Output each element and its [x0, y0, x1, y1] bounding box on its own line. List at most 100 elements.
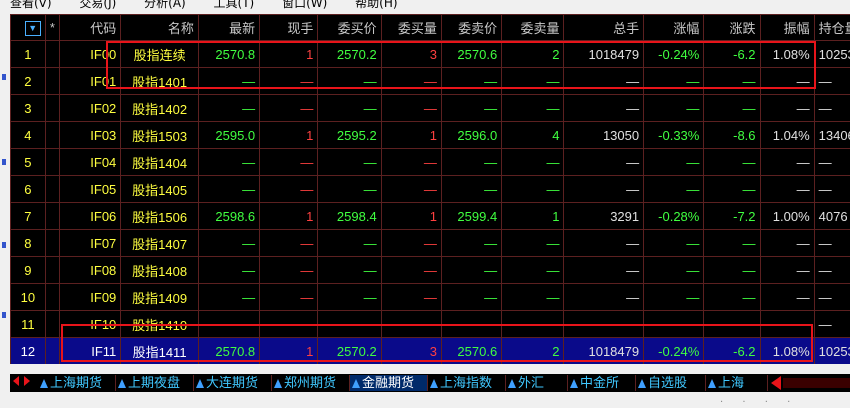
col-header[interactable]: 委卖量	[502, 15, 564, 41]
cell-ask: —	[441, 284, 501, 311]
cell-chg: —	[704, 230, 760, 257]
cell-code: IF02	[60, 95, 121, 122]
tab-triangle-icon	[430, 379, 438, 388]
dropdown-triangle-icon[interactable]: ▼	[25, 21, 41, 36]
cell-chg: -6.2	[704, 338, 760, 365]
table-row[interactable]: 7IF06股指15062598.612598.412599.413291-0.2…	[11, 203, 850, 230]
cell-askvol: —	[502, 257, 564, 284]
col-header[interactable]: 名称	[121, 15, 199, 41]
scroll-left-icon[interactable]	[771, 376, 781, 390]
table-row[interactable]: 10IF09股指1409———————————	[11, 284, 850, 311]
table-row[interactable]: 11IF10股指1410———————————	[11, 311, 850, 338]
market-tab-label: 上海	[718, 375, 744, 390]
cell-star	[45, 284, 59, 311]
cell-ask: —	[441, 257, 501, 284]
menu-view[interactable]: 查看(V)	[10, 0, 52, 8]
menu-analysis[interactable]: 分析(A)	[144, 0, 186, 8]
cell-total: 1018479	[564, 41, 644, 68]
col-header[interactable]: 持仓量	[814, 15, 850, 41]
cell-oi: —	[814, 311, 850, 338]
cell-vol: 1	[260, 203, 318, 230]
col-header[interactable]: 委买量	[381, 15, 441, 41]
table-row[interactable]: 4IF03股指15032595.012595.212596.0413050-0.…	[11, 122, 850, 149]
cell-star	[45, 68, 59, 95]
tab-next-icon[interactable]	[24, 376, 30, 386]
table-row[interactable]: 6IF05股指1405———————————	[11, 176, 850, 203]
horizontal-scrollbar[interactable]	[783, 378, 850, 388]
market-tab[interactable]: 金融期货	[350, 375, 428, 391]
col-header[interactable]: *	[45, 15, 59, 41]
table-row[interactable]: 3IF02股指1402———————————	[11, 95, 850, 122]
cell-askvol: —	[502, 95, 564, 122]
col-header[interactable]: 委买价	[318, 15, 381, 41]
cell-name: 股指连续	[121, 41, 199, 68]
market-tab[interactable]: 中金所	[568, 375, 636, 391]
table-row[interactable]: 5IF04股指1404———————————	[11, 149, 850, 176]
col-header[interactable]: 涨跌	[704, 15, 760, 41]
menu-help[interactable]: 帮助(H)	[355, 0, 397, 8]
cell-amp: —	[760, 311, 814, 338]
cell-last: —	[198, 284, 259, 311]
cell-chg: -8.6	[704, 122, 760, 149]
cell-name: 股指1408	[121, 257, 199, 284]
col-header[interactable]: 总手	[564, 15, 644, 41]
menu-tools[interactable]: 工具(T)	[214, 0, 255, 8]
market-tab[interactable]: 郑州期货	[272, 375, 350, 391]
cell-star	[45, 257, 59, 284]
table-row[interactable]: 8IF07股指1407———————————	[11, 230, 850, 257]
table-row[interactable]: 9IF08股指1408———————————	[11, 257, 850, 284]
cell-chg: —	[704, 68, 760, 95]
menu-bar: 查看(V) 交易(J) 分析(A) 工具(T) 窗口(W) 帮助(H)	[0, 0, 850, 14]
cell-last: —	[198, 230, 259, 257]
cell-chg_pct: —	[644, 176, 704, 203]
cell-bidvol: —	[381, 284, 441, 311]
market-tab[interactable]: 上海指数	[428, 375, 506, 391]
col-header[interactable]: 委卖价	[441, 15, 501, 41]
cell-chg_pct: -0.24%	[644, 41, 704, 68]
cell-bidvol: —	[381, 311, 441, 338]
cell-chg: —	[704, 176, 760, 203]
cell-bid: —	[318, 230, 381, 257]
cell-total: 1018479	[564, 338, 644, 365]
col-header[interactable]: 代码	[60, 15, 121, 41]
cell-code: IF07	[60, 230, 121, 257]
cell-bid: 2595.2	[318, 122, 381, 149]
cell-vol: —	[260, 68, 318, 95]
status-dots: · · · ·	[720, 397, 798, 408]
cell-vol: 1	[260, 41, 318, 68]
col-header[interactable]: 涨幅	[644, 15, 704, 41]
cell-total: —	[564, 149, 644, 176]
col-header[interactable]: 最新	[198, 15, 259, 41]
market-tab[interactable]: 上期夜盘	[116, 375, 194, 391]
market-tab-label: 自选股	[648, 375, 687, 390]
cell-chg_pct: —	[644, 68, 704, 95]
cell-vol: —	[260, 311, 318, 338]
cell-total: 13050	[564, 122, 644, 149]
cell-total: 3291	[564, 203, 644, 230]
table-row[interactable]: 12IF11股指14112570.812570.232570.621018479…	[11, 338, 850, 365]
menu-window[interactable]: 窗口(W)	[282, 0, 327, 8]
cell-bid: 2570.2	[318, 338, 381, 365]
tab-triangle-icon	[118, 379, 126, 388]
market-tab[interactable]: 外汇	[506, 375, 568, 391]
cell-idx: 7	[11, 203, 46, 230]
market-tab[interactable]: 大连期货	[194, 375, 272, 391]
column-selector[interactable]: ▼	[11, 15, 46, 41]
table-row[interactable]: 2IF01股指1401———————————	[11, 68, 850, 95]
cell-star	[45, 230, 59, 257]
table-row[interactable]: 1IF00股指连续2570.812570.232570.621018479-0.…	[11, 41, 850, 68]
market-tab-label: 上期夜盘	[128, 375, 180, 390]
menu-trade[interactable]: 交易(J)	[79, 0, 116, 8]
quote-rows: 1IF00股指连续2570.812570.232570.621018479-0.…	[11, 41, 850, 365]
market-tab[interactable]: 上海	[706, 375, 768, 391]
cell-chg_pct: —	[644, 284, 704, 311]
header-row: ▼ * 代码 名称 最新 现手 委买价 委买量 委卖价 委卖量 总手 涨幅 涨跌…	[11, 15, 850, 41]
col-header[interactable]: 现手	[260, 15, 318, 41]
market-tab[interactable]: 上海期货	[38, 375, 116, 391]
market-tab[interactable]: 自选股	[636, 375, 706, 391]
col-header[interactable]: 振幅	[760, 15, 814, 41]
left-strip	[0, 14, 10, 405]
cell-code: IF10	[60, 311, 121, 338]
tab-prev-icon[interactable]	[13, 376, 19, 386]
cell-vol: 1	[260, 338, 318, 365]
